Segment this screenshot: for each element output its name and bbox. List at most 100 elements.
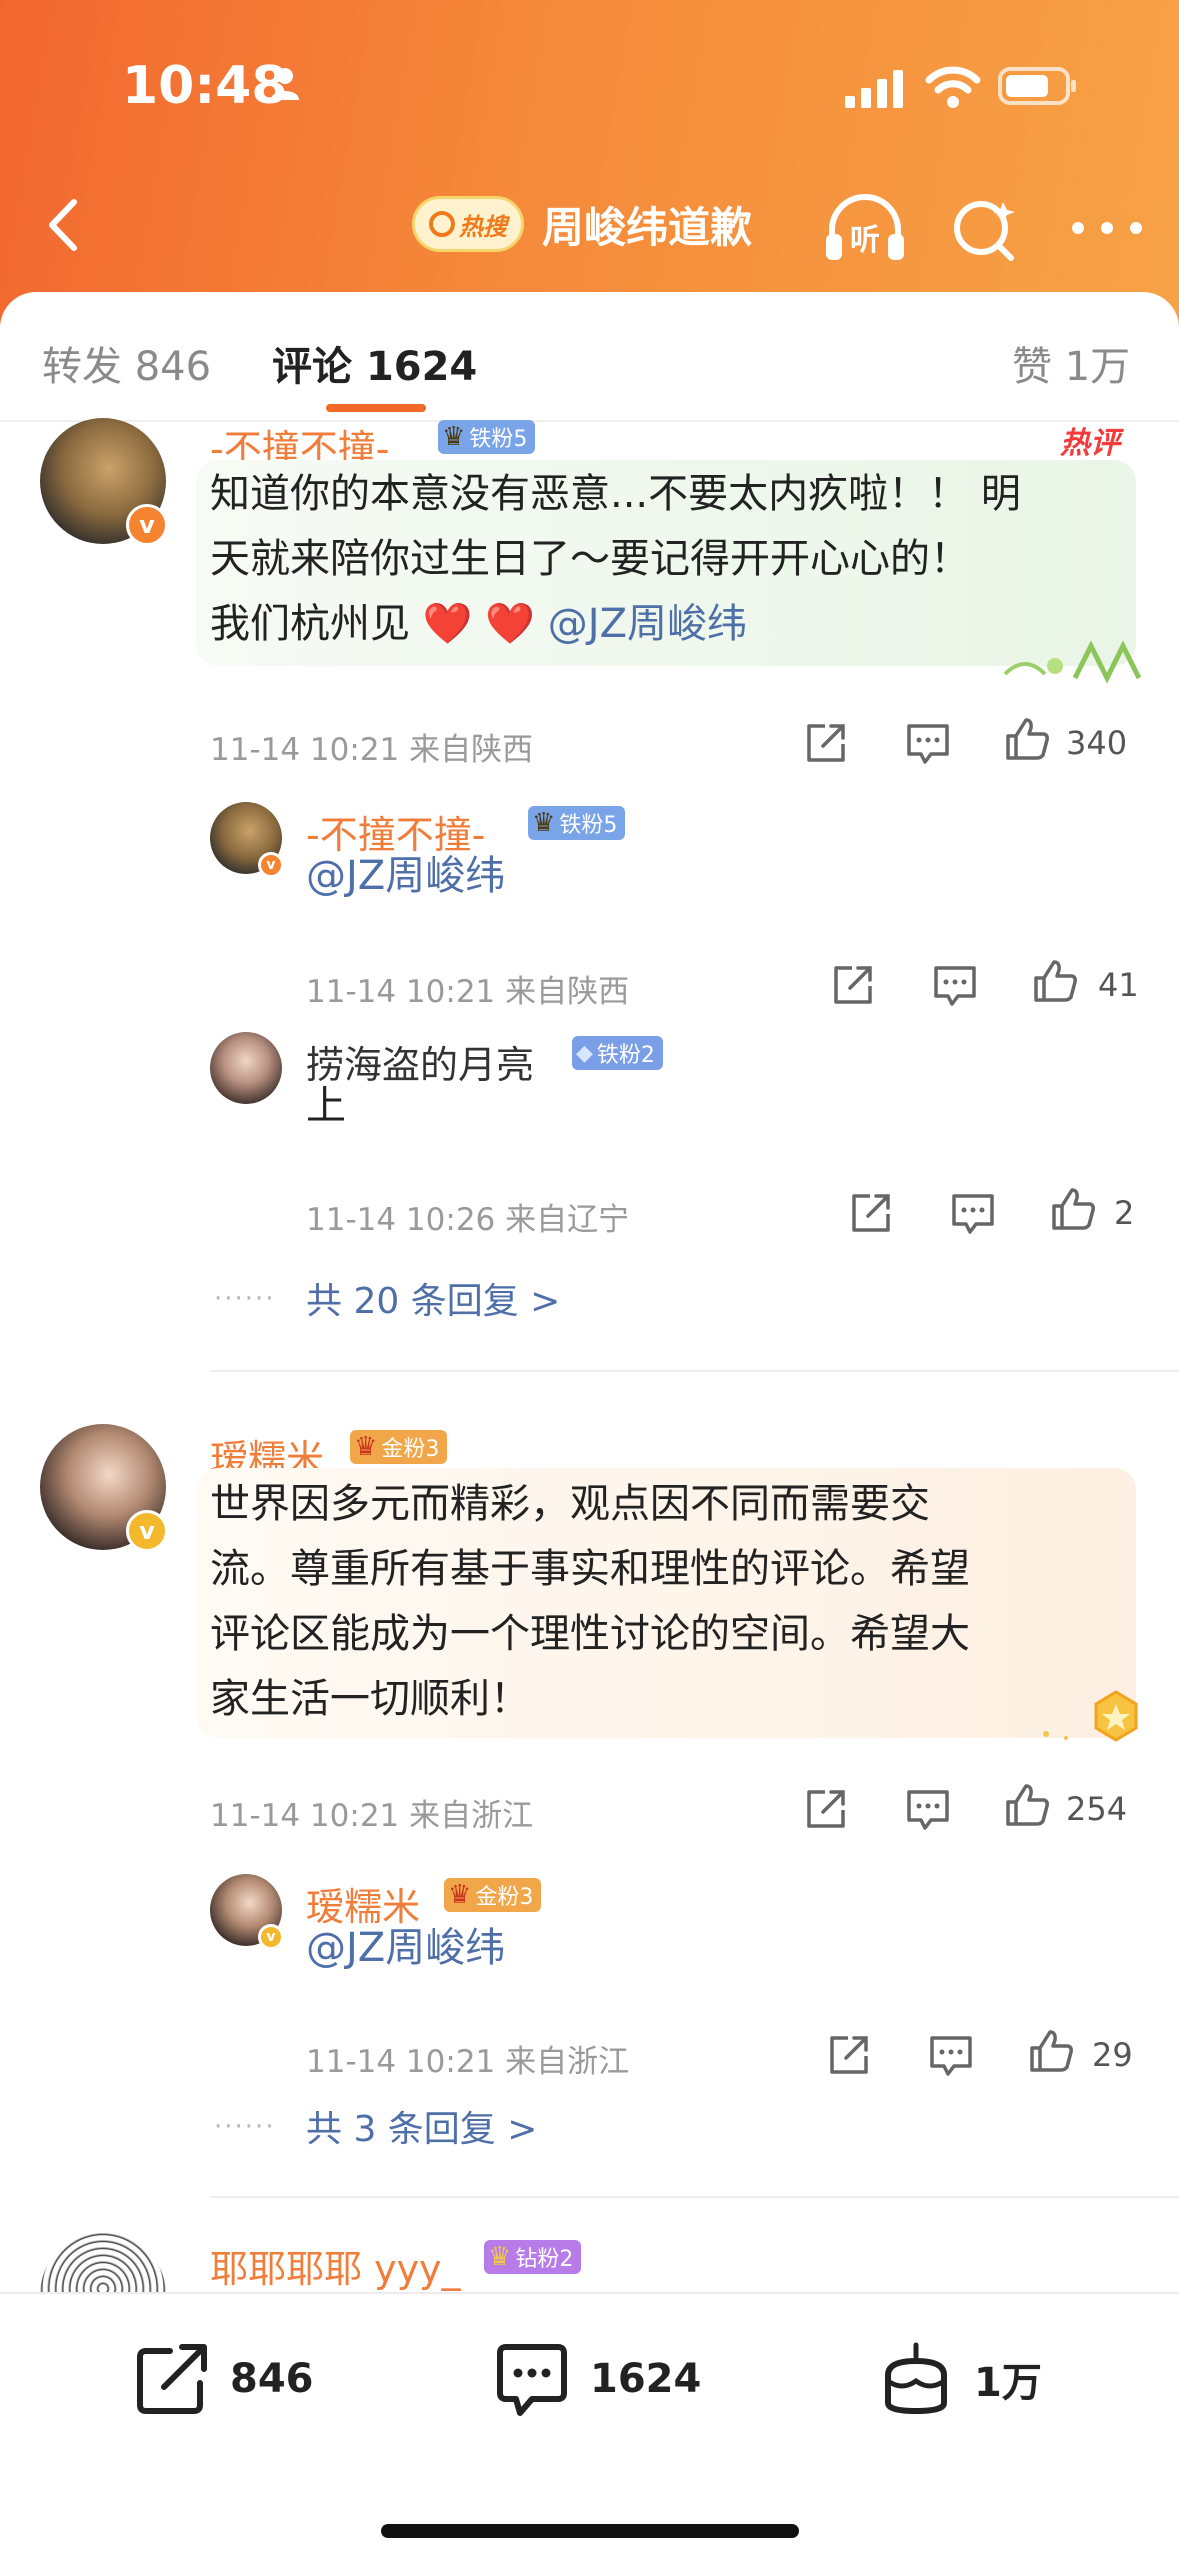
comment-meta: 11-14 10:21 来自陕西 (210, 732, 534, 768)
search-icon (429, 211, 455, 237)
fan-badge-label: 铁粉2 (596, 1043, 655, 1068)
tab-likes-count: 1万 (1064, 344, 1131, 390)
search-icon[interactable] (945, 188, 1025, 268)
fan-badge-label: 铁粉5 (559, 813, 618, 838)
topic-title[interactable]: 周峻纬道歉 (542, 194, 752, 255)
tab-likes[interactable]: 赞 1万 (1012, 334, 1130, 392)
verified-badge-icon: v (126, 1510, 168, 1552)
fan-badge: ♛ 金粉3 (350, 1430, 448, 1464)
reply-meta: 11-14 10:21 来自浙江 (306, 2044, 630, 2080)
like-count: 254 (1066, 1790, 1128, 1828)
reply-text: 上 (306, 1083, 346, 1129)
fan-badge-label: 金粉3 (475, 1885, 534, 1910)
comment-line: 知道你的本意没有恶意...不要太内疚啦！！ 明 (210, 471, 1021, 517)
crown-icon: ♛ (448, 1880, 472, 1910)
like-count: 340 (1066, 724, 1128, 762)
like-icon[interactable] (1028, 2028, 1074, 2074)
tab-reposts[interactable]: 转发 846 (42, 334, 211, 392)
reply-meta: 11-14 10:21 来自陕西 (306, 974, 630, 1010)
mention-link[interactable]: @JZ周峻纬 (548, 601, 747, 647)
verified-badge-icon: v (126, 504, 168, 546)
comment-line: 天就来陪你过生日了～要记得开开心心的！ (210, 536, 970, 582)
comment-username[interactable]: 耶耶耶耶 yyy_ (210, 2238, 461, 2293)
tab-comments-count: 1624 (365, 344, 478, 390)
back-arrow-icon[interactable] (30, 190, 100, 260)
crown-icon: ♛ (442, 422, 466, 452)
crown-icon: ♛ (532, 808, 556, 838)
fan-badge: ♛ 铁粉5 (438, 420, 536, 454)
like-icon[interactable] (1004, 716, 1050, 762)
repost-button[interactable]: 846 (132, 2334, 314, 2424)
comment-icon[interactable] (905, 720, 951, 766)
repost-icon (137, 2344, 207, 2414)
comment-icon (497, 2344, 567, 2416)
comment-icon[interactable] (905, 1786, 951, 1832)
comment-text: 知道你的本意没有恶意...不要太内疚啦！！ 明 天就来陪你过生日了～要记得开开心… (210, 462, 1140, 657)
star-badge-decoration-icon (1043, 1690, 1138, 1742)
tab-reposts-count: 846 (134, 344, 212, 390)
fan-badge: ♛ 铁粉5 (528, 806, 626, 840)
share-icon[interactable] (848, 1190, 894, 1236)
more-replies-link[interactable]: 共 20 条回复 > (306, 1272, 560, 1324)
home-indicator[interactable] (381, 2524, 799, 2538)
dots-decoration: ······ (214, 2112, 276, 2142)
more-replies-link[interactable]: 共 3 条回复 > (306, 2100, 537, 2152)
person-icon (271, 68, 299, 100)
tab-comments[interactable]: 评论 1624 (272, 334, 477, 392)
share-icon[interactable] (830, 962, 876, 1008)
comment-text: 世界因多元而精彩，观点因不同而需要交 流。尊重所有基于事实和理性的评论。希望 评… (210, 1472, 1140, 1732)
comment-line: 我们杭州见 ❤️ ❤️ (210, 601, 548, 647)
fan-badge: ◆ 铁粉2 (572, 1036, 663, 1070)
reply-meta: 11-14 10:26 来自辽宁 (306, 1202, 630, 1238)
dots-decoration: ······ (214, 1284, 276, 1314)
comment-divider (210, 1370, 1179, 1372)
fan-badge-label: 金粉3 (381, 1437, 440, 1462)
fan-badge: ♛ 钻粉2 (484, 2240, 582, 2274)
like-count: 2 (1114, 1194, 1135, 1232)
share-icon[interactable] (803, 1786, 849, 1832)
comment-icon[interactable] (950, 1190, 996, 1236)
cake-icon (885, 2342, 947, 2415)
active-tab-indicator (326, 404, 426, 412)
comment-icon[interactable] (932, 962, 978, 1008)
bottom-action-bar: 846 1624 1万 (0, 2292, 1179, 2556)
avatar[interactable] (210, 1032, 282, 1104)
like-button[interactable]: 1万 (876, 2334, 1042, 2424)
listen-icon[interactable]: 听 (820, 188, 910, 268)
hot-search-badge[interactable]: 热搜 (412, 196, 524, 252)
cellular-signal-icon (845, 70, 903, 108)
like-icon[interactable] (1050, 1186, 1096, 1232)
comment-line: 家生活一切顺利！ (210, 1676, 530, 1722)
comment-button[interactable]: 1624 (492, 2334, 701, 2424)
share-icon[interactable] (803, 720, 849, 766)
diamond-icon: ◆ (576, 1040, 593, 1066)
svg-text:听: 听 (850, 223, 880, 258)
comment-line: 评论区能成为一个理性讨论的空间。希望大 (210, 1611, 970, 1657)
comment-icon[interactable] (928, 2032, 974, 2078)
share-icon[interactable] (826, 2032, 872, 2078)
like-count: 1万 (974, 2360, 1042, 2406)
fan-badge-label: 钻粉2 (515, 2247, 574, 2272)
comment-meta: 11-14 10:21 来自浙江 (210, 1798, 534, 1834)
comment-divider (210, 2196, 1179, 2198)
repost-count: 846 (230, 2356, 314, 2402)
navbar: 热搜 周峻纬道歉 听 (0, 180, 1179, 270)
fan-badge: ♛ 金粉3 (444, 1878, 542, 1912)
hot-comment-tag: 热评 (1060, 426, 1120, 461)
mention-link[interactable]: @JZ周峻纬 (306, 844, 505, 909)
tab-likes-label: 赞 (1012, 344, 1052, 390)
like-icon[interactable] (1032, 958, 1078, 1004)
mention-link[interactable]: @JZ周峻纬 (306, 1916, 505, 1981)
battery-icon (998, 67, 1076, 105)
crown-icon: ♛ (488, 2242, 512, 2272)
tab-comments-label: 评论 (272, 344, 352, 390)
bubble-decoration-icon (1003, 640, 1142, 684)
tab-reposts-label: 转发 (42, 344, 122, 390)
content-card: 转发 846 评论 1624 赞 1万 v -不撞不撞- ♛ 铁粉5 热评 知道… (0, 292, 1179, 2556)
hot-search-label: 热搜 (459, 212, 507, 241)
like-icon[interactable] (1004, 1782, 1050, 1828)
crown-icon: ♛ (354, 1432, 378, 1462)
status-time: 10:48 (122, 56, 288, 116)
more-icon[interactable] (1062, 188, 1152, 268)
status-bar: 10:48 (0, 0, 1179, 170)
